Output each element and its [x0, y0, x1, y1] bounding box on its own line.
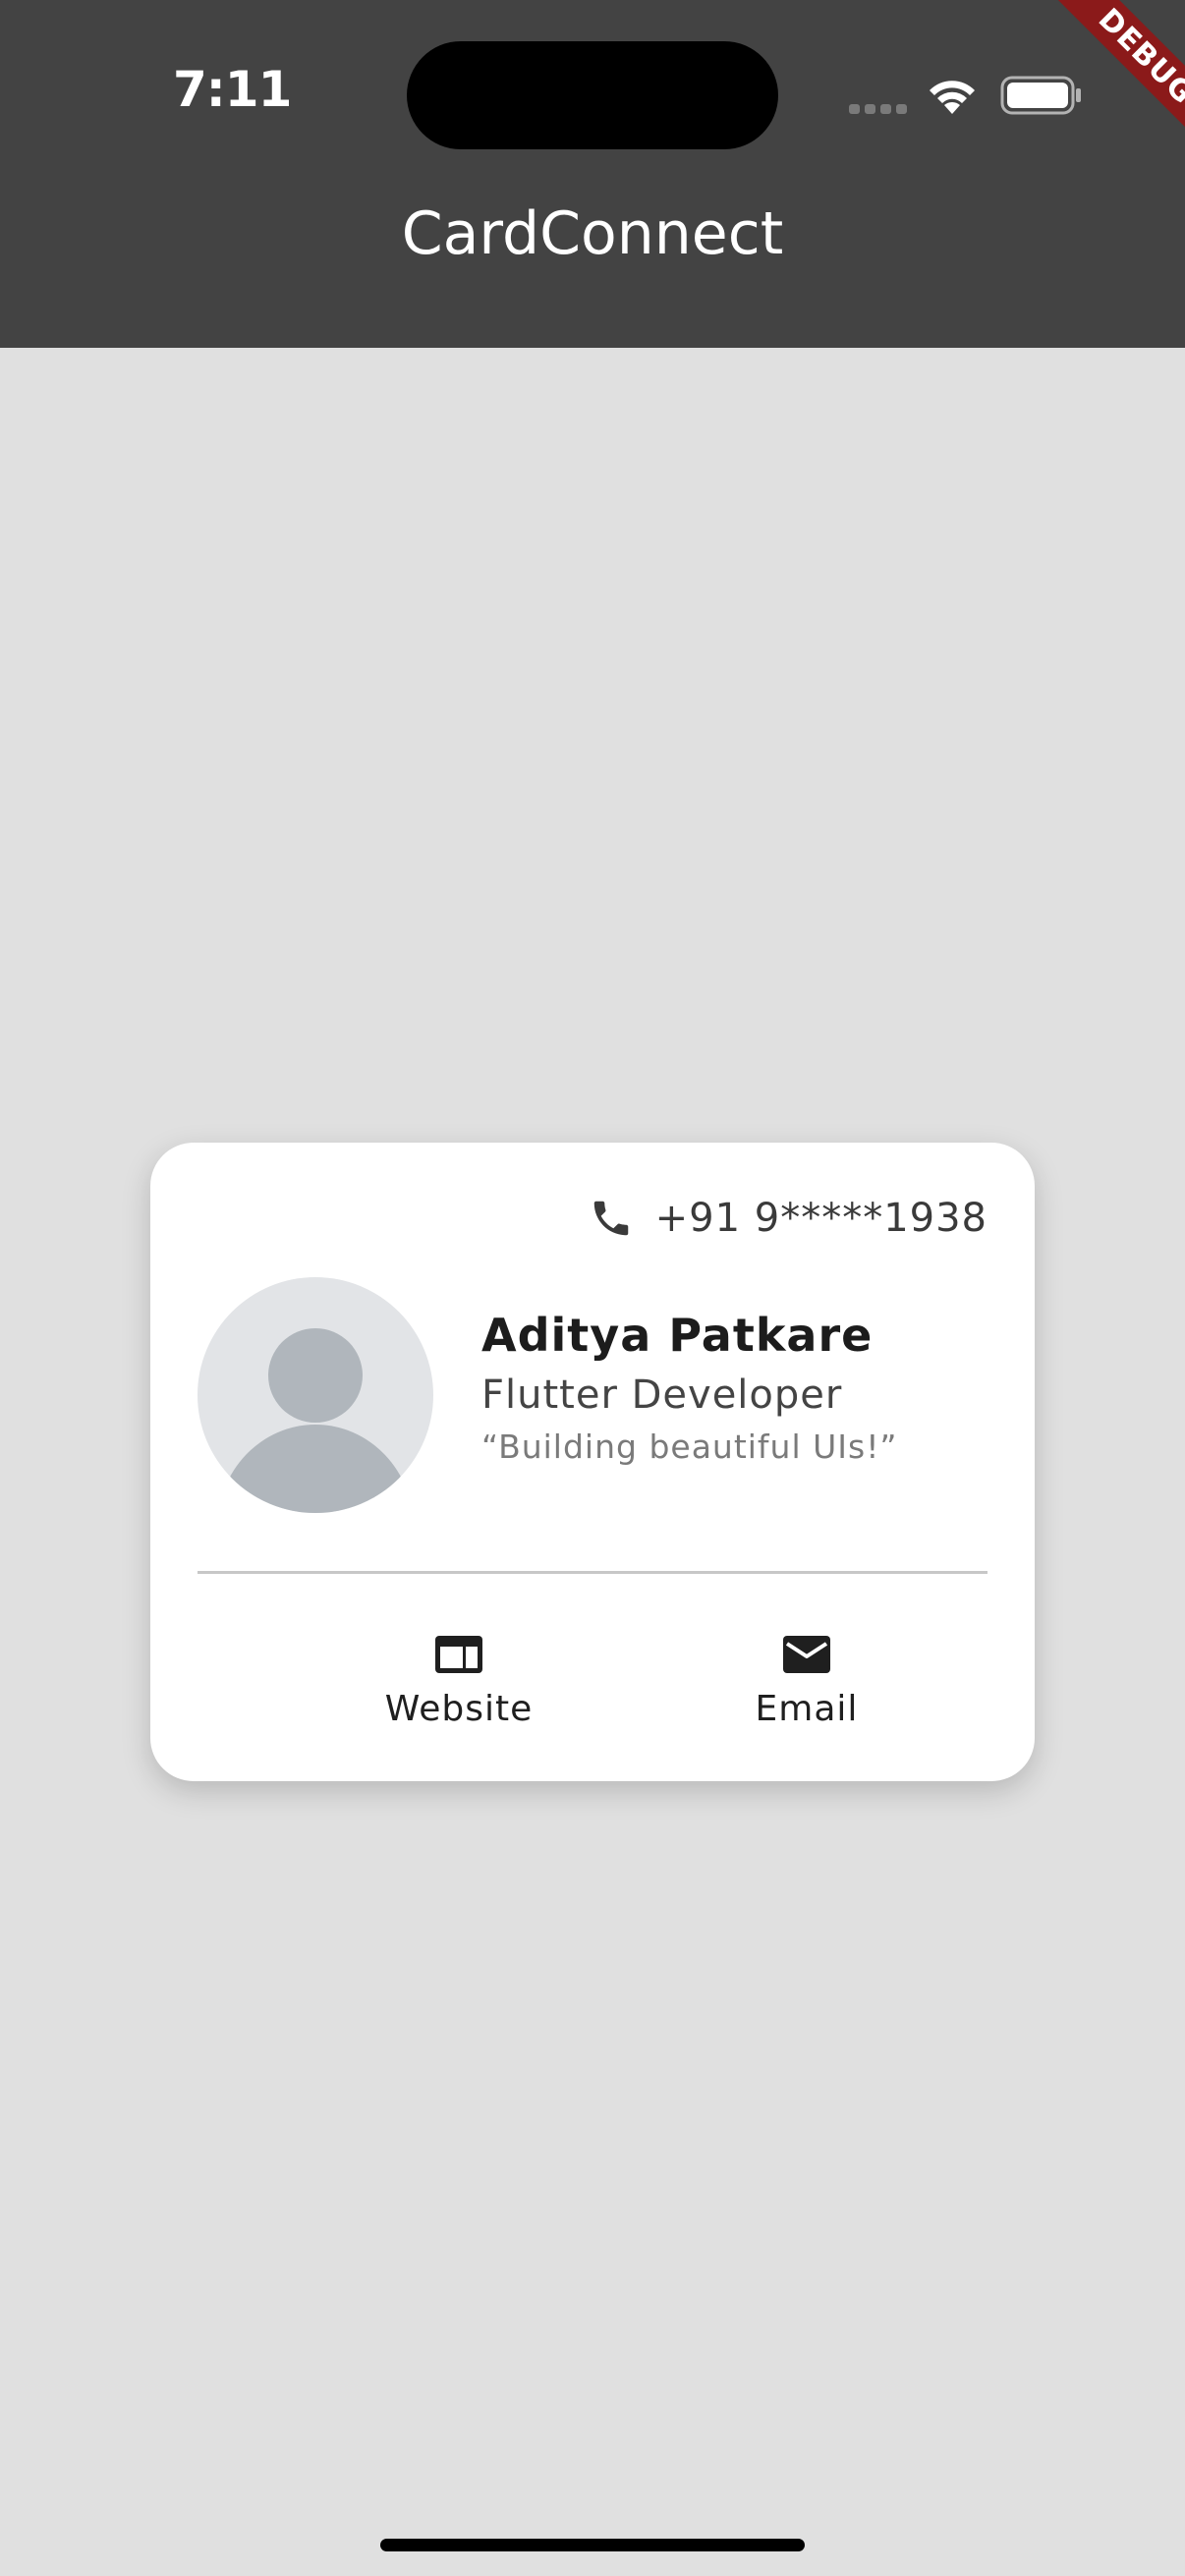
app-title: CardConnect [401, 199, 784, 268]
phone-number: +91 9*****1938 [654, 1196, 988, 1241]
email-icon [783, 1636, 830, 1673]
wifi-icon [930, 81, 975, 114]
phone-icon [593, 1201, 628, 1236]
profile-card: +91 9*****1938 Aditya Patkare Flutter De… [150, 1143, 1035, 1781]
person-icon [218, 1328, 413, 1513]
screen: 7:11 CardConnect DEBUG +91 9*****1938 Ad… [0, 0, 1185, 2576]
divider [198, 1571, 988, 1574]
email-button[interactable]: Email [708, 1632, 905, 1729]
status-time: 7:11 [173, 61, 292, 118]
web-icon [435, 1636, 482, 1673]
app-bar: 7:11 CardConnect [0, 0, 1185, 348]
phone-row[interactable]: +91 9*****1938 [589, 1192, 988, 1245]
profile-role: Flutter Developer [481, 1372, 843, 1418]
signal-icon [849, 104, 907, 114]
profile-tagline: “Building beautiful UIs!” [481, 1428, 898, 1466]
profile-name: Aditya Patkare [481, 1309, 874, 1362]
home-indicator[interactable] [380, 2539, 805, 2551]
email-label: Email [755, 1689, 859, 1729]
profile-info: Aditya Patkare Flutter Developer “Buildi… [481, 1308, 898, 1469]
website-button[interactable]: Website [361, 1632, 557, 1729]
dynamic-island [407, 41, 778, 149]
website-label: Website [384, 1689, 534, 1729]
avatar [198, 1277, 433, 1513]
battery-icon [1000, 76, 1081, 115]
